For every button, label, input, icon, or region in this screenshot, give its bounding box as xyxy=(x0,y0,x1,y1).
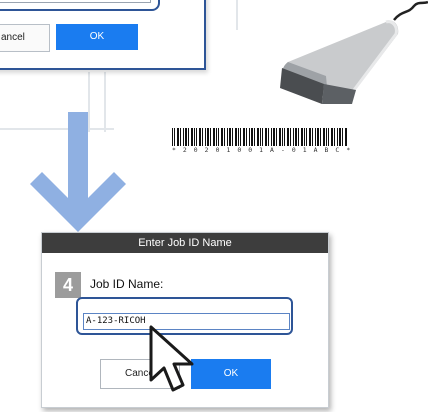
previous-dialog: ancel OK xyxy=(0,0,206,70)
previous-cancel-button[interactable]: ancel xyxy=(0,24,50,52)
background-divider xyxy=(236,0,238,30)
previous-ok-button[interactable]: OK xyxy=(56,24,138,50)
down-arrow-icon xyxy=(30,112,126,232)
job-id-label: Job ID Name: xyxy=(90,277,164,291)
step-number-badge: 4 xyxy=(55,272,81,298)
barcode-text: * 2 0 2 0 1 0 0 1 A - 0 1 A B C * xyxy=(172,146,352,154)
barcode-scanner-icon xyxy=(280,0,428,104)
ok-button[interactable]: OK xyxy=(191,359,271,389)
mouse-pointer-icon xyxy=(149,325,194,392)
barcode-icon xyxy=(172,128,347,146)
dialog-title: Enter Job ID Name xyxy=(42,233,328,253)
previous-highlight-frame xyxy=(0,0,160,11)
